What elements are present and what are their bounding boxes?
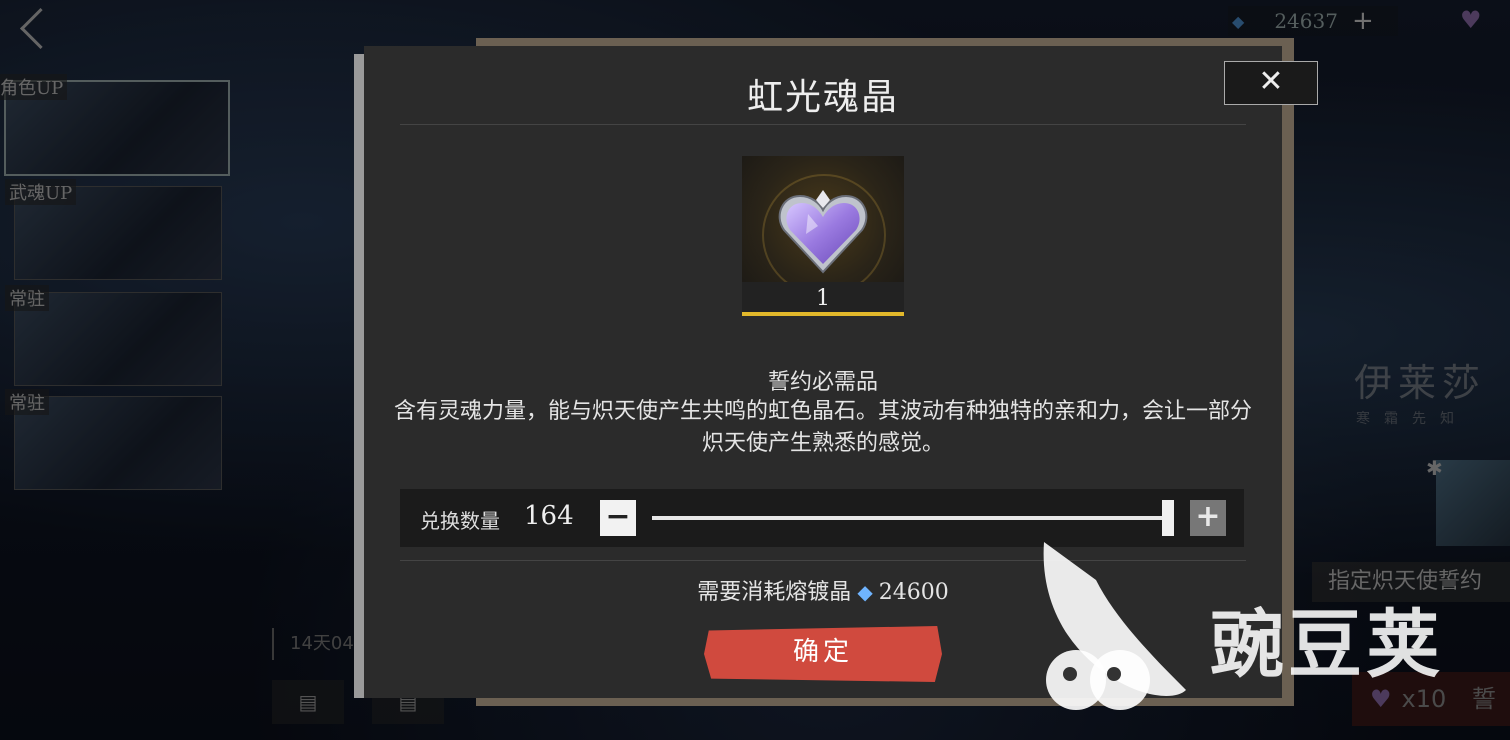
quantity-slider-track[interactable] [652, 516, 1174, 520]
dialog-title: 虹光魂晶 [746, 77, 899, 118]
increase-button[interactable]: + [1190, 500, 1226, 536]
quantity-value: 164 [524, 501, 574, 531]
cost-value: 24600 [878, 580, 949, 605]
crystal-icon: ◆ [857, 580, 873, 604]
decrease-button[interactable]: − [600, 500, 636, 536]
divider [400, 124, 1246, 125]
quantity-slider-handle[interactable] [1162, 500, 1174, 536]
item-description: 含有灵魂力量，能与炽天使产生共鸣的虹色晶石。其波动有种独特的亲和力，会让一部分炽… [394, 399, 1253, 456]
cost-label: 需要消耗熔镀晶 [697, 580, 852, 605]
confirm-button[interactable]: 确定 [704, 626, 942, 682]
close-button[interactable]: ✕ [1224, 61, 1318, 105]
item-slot: 1 [742, 156, 904, 316]
quantity-label: 兑换数量 [420, 509, 500, 533]
item-subtitle: 誓约必需品 [767, 370, 878, 395]
watermark-text: 豌豆荚 [1210, 602, 1444, 688]
rainbow-soul-crystal-icon [778, 190, 868, 274]
item-count: 1 [816, 286, 830, 311]
quantity-selector: 兑换数量 164 − + [400, 489, 1244, 547]
